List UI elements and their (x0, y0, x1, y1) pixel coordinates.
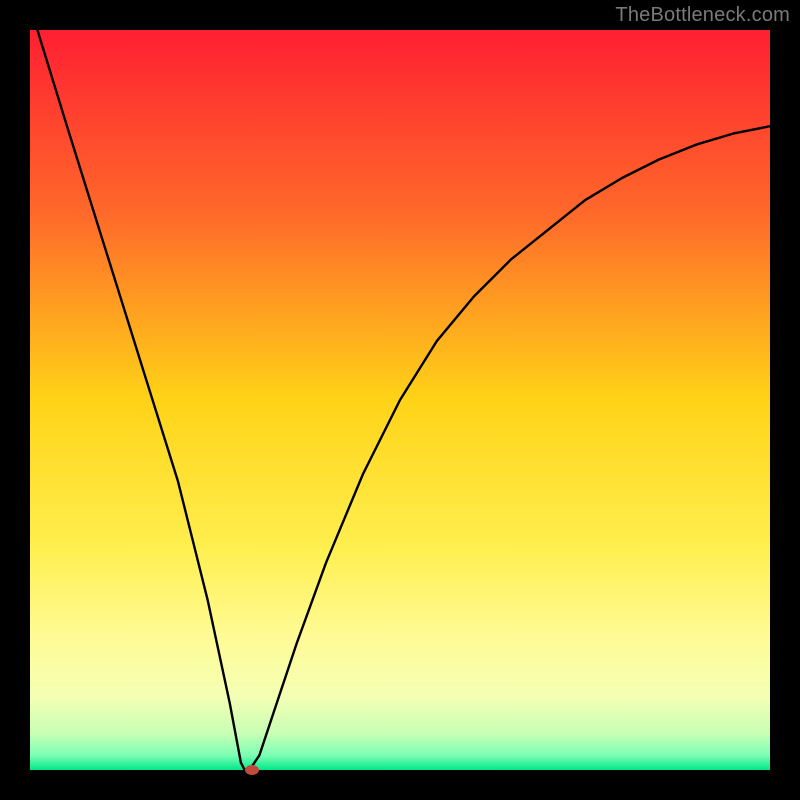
bottleneck-curve (30, 30, 770, 770)
watermark-text: TheBottleneck.com (615, 4, 790, 27)
plot-area (30, 30, 770, 770)
chart-frame: TheBottleneck.com (0, 0, 800, 800)
optimum-marker (245, 765, 259, 775)
